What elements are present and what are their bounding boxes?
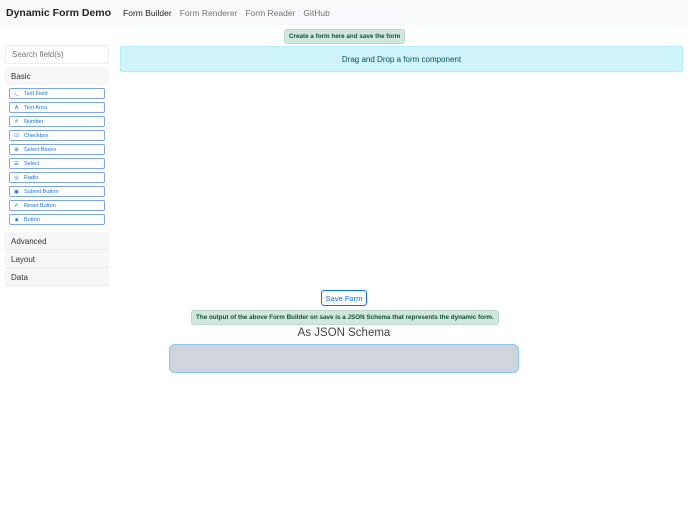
- component-label: Text Area: [24, 104, 47, 111]
- list-icon: ☰: [14, 160, 19, 167]
- component-label: Number: [24, 118, 44, 125]
- component-label: Checkbox: [24, 132, 49, 139]
- brand[interactable]: Dynamic Form Demo: [6, 7, 111, 19]
- search-input[interactable]: [5, 45, 109, 64]
- component-button[interactable]: ■ Button: [9, 214, 105, 225]
- save-icon: ▣: [14, 188, 19, 195]
- drop-zone[interactable]: Drag and Drop a form component: [120, 46, 683, 72]
- checkbox-icon: ☑: [14, 132, 19, 139]
- component-label: Radio: [24, 174, 39, 181]
- group-basic[interactable]: Basic: [5, 67, 109, 86]
- component-submit-button[interactable]: ▣ Submit Button: [9, 186, 105, 197]
- component-label: Submit Button: [24, 188, 59, 195]
- component-label: Button: [24, 216, 40, 223]
- component-label: Select: [24, 160, 40, 167]
- stop-icon: ■: [14, 216, 19, 223]
- component-label: Text Field: [24, 90, 48, 97]
- navbar: Dynamic Form Demo Form Builder Form Rend…: [0, 0, 688, 25]
- component-select[interactable]: ☰ Select: [9, 158, 105, 169]
- nav-form-builder[interactable]: Form Builder: [123, 8, 172, 18]
- component-text-area[interactable]: A Text Area: [9, 102, 105, 113]
- component-label: Select Boxes: [24, 146, 57, 153]
- nav-github[interactable]: GitHub: [303, 8, 329, 18]
- json-schema-output[interactable]: [169, 344, 519, 373]
- component-checkbox[interactable]: ☑ Checkbox: [9, 130, 105, 141]
- output-note: The output of the above Form Builder on …: [191, 310, 499, 325]
- component-number[interactable]: # Number: [9, 116, 105, 127]
- group-data[interactable]: Data: [5, 268, 109, 286]
- component-label: Reset Button: [24, 202, 56, 209]
- nav-form-renderer[interactable]: Form Renderer: [180, 8, 238, 18]
- component-reset-button[interactable]: ✐ Reset Button: [9, 200, 105, 211]
- radio-icon: ◎: [14, 174, 19, 181]
- group-advanced[interactable]: Advanced: [5, 232, 109, 250]
- eraser-icon: ✐: [14, 202, 19, 209]
- plus-square-icon: ⊞: [14, 146, 19, 153]
- builder-hint: Create a form here and save the form: [284, 29, 406, 44]
- save-form-button[interactable]: Save Form: [321, 290, 367, 306]
- group-layout[interactable]: Layout: [5, 250, 109, 268]
- font-icon: A: [14, 104, 19, 111]
- nav-form-reader[interactable]: Form Reader: [245, 8, 295, 18]
- component-text-field[interactable]: ›_ Text Field: [9, 88, 105, 99]
- component-select-boxes[interactable]: ⊞ Select Boxes: [9, 144, 105, 155]
- basic-components: ›_ Text Field A Text Area # Number ☑ Checkbox ⊞ S…: [5, 85, 109, 225]
- terminal-icon: ›_: [14, 90, 19, 97]
- hash-icon: #: [15, 118, 18, 125]
- component-radio[interactable]: ◎ Radio: [9, 172, 105, 183]
- schema-heading: As JSON Schema: [297, 327, 391, 339]
